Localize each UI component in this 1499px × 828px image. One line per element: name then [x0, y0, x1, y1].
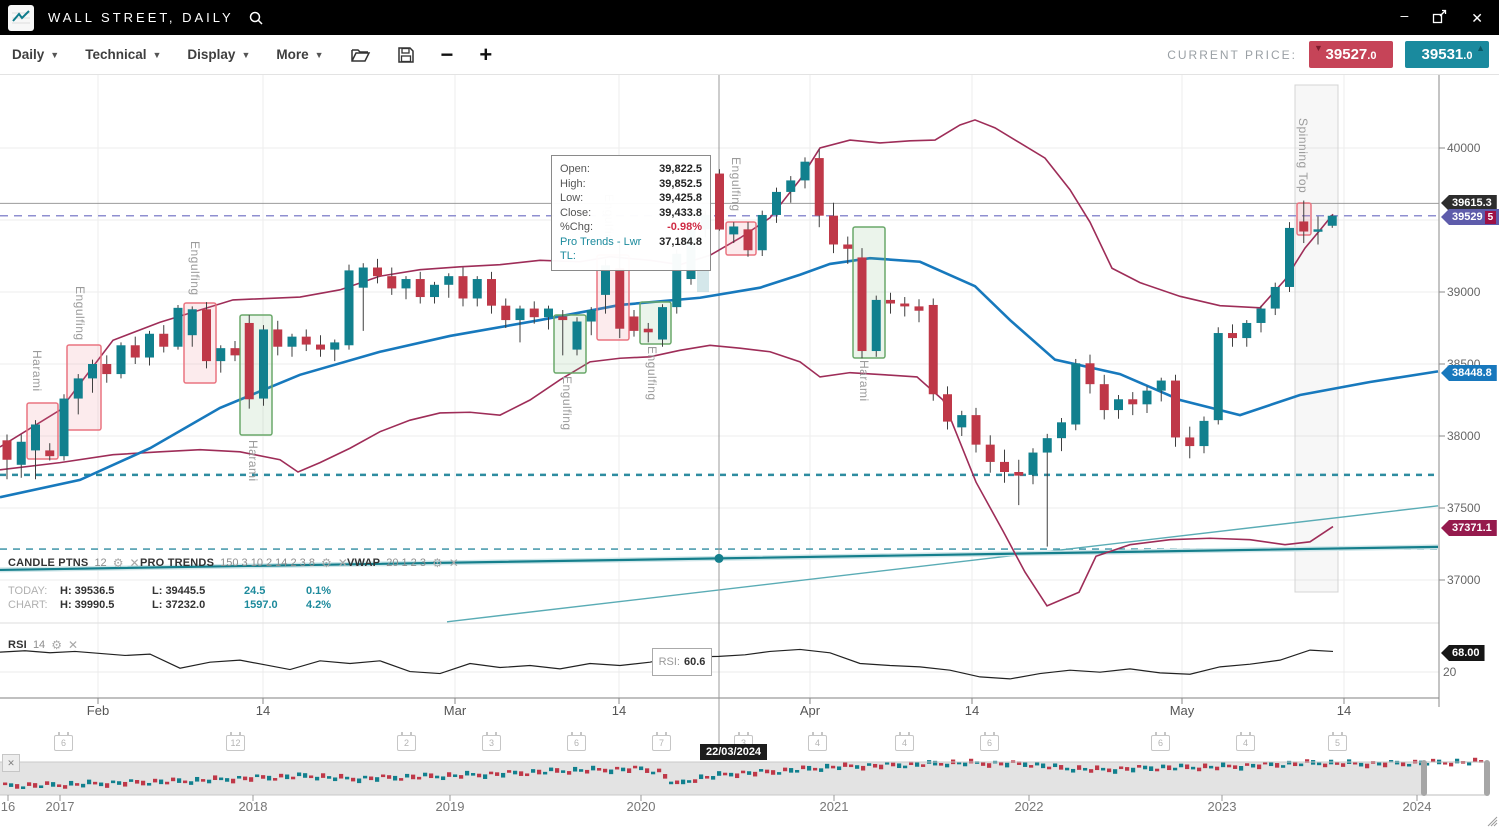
indicator-candle-patterns-name: CANDLE PTNS — [8, 557, 88, 569]
chevron-down-icon: ▼ — [315, 50, 324, 60]
chevron-down-icon: ▼ — [241, 50, 250, 60]
gear-icon[interactable]: ⚙ — [321, 556, 332, 570]
chart-toolbar: Daily▼ Technical▼ Display▼ More▼ − + CUR… — [0, 35, 1499, 75]
close-icon[interactable]: ✕ — [449, 556, 459, 570]
calendar-marker-icon[interactable]: 4 — [1236, 735, 1255, 751]
close-icon[interactable]: ✕ — [1471, 11, 1483, 25]
gear-icon[interactable]: ⚙ — [432, 556, 443, 570]
calendar-marker-icon[interactable]: 4 — [808, 735, 827, 751]
calendar-marker-icon[interactable]: 5 — [1328, 735, 1347, 751]
calendar-marker-icon[interactable]: 6 — [980, 735, 999, 751]
calendar-marker-icon[interactable]: 7 — [652, 735, 671, 751]
gear-icon[interactable]: ⚙ — [51, 638, 62, 652]
current-price-label: CURRENT PRICE: — [1167, 48, 1297, 62]
minimize-icon[interactable]: – — [1400, 8, 1408, 22]
calendar-marker-icon[interactable]: 6 — [567, 735, 586, 751]
indicator-pro-trends[interactable]: PRO TRENDS 150 3 10 2 14 2 3 8 ⚙ ✕ — [140, 556, 348, 570]
indicator-candle-patterns[interactable]: CANDLE PTNS 12 ⚙ ✕ — [8, 556, 140, 570]
save-icon[interactable] — [397, 46, 415, 64]
timeframe-menu[interactable]: Daily▼ — [12, 47, 59, 62]
chevron-down-icon: ▼ — [152, 50, 161, 60]
calendar-marker-icon[interactable]: 6 — [1151, 735, 1170, 751]
open-folder-icon[interactable] — [350, 46, 371, 64]
arrow-down-icon: ▼ — [1314, 43, 1323, 53]
calendar-marker-icon[interactable]: 6 — [54, 735, 73, 751]
indicator-vwap-name: VWAP — [347, 557, 380, 569]
calendar-marker-icon[interactable]: 3 — [482, 735, 501, 751]
calendar-marker-icon[interactable]: 3 — [734, 735, 753, 751]
indicator-pro-trends-params: 150 3 10 2 14 2 3 8 — [220, 557, 315, 569]
price-chart-canvas[interactable] — [0, 0, 1499, 828]
display-menu[interactable]: Display▼ — [187, 47, 250, 62]
zoom-in-button[interactable]: + — [479, 45, 492, 65]
close-icon[interactable]: ✕ — [68, 638, 78, 652]
title-bar: WALL STREET, DAILY – ✕ — [0, 0, 1499, 35]
arrow-up-icon: ▲ — [1476, 43, 1485, 53]
indicator-rsi-params: 14 — [33, 639, 45, 651]
sell-button[interactable]: ▼39527.0 — [1309, 41, 1393, 68]
gear-icon[interactable]: ⚙ — [113, 556, 124, 570]
indicator-rsi-name: RSI — [8, 639, 27, 651]
navigator-close-button[interactable]: ✕ — [2, 754, 20, 772]
close-icon[interactable]: ✕ — [129, 556, 139, 570]
chevron-down-icon: ▼ — [50, 50, 59, 60]
chart-window: 40000390003850038000375003700039615.3395… — [0, 0, 1499, 828]
chart-title: WALL STREET, DAILY — [48, 10, 234, 25]
calendar-marker-icon[interactable]: 4 — [895, 735, 914, 751]
indicator-candle-patterns-params: 12 — [94, 557, 106, 569]
indicator-rsi[interactable]: RSI 14 ⚙ ✕ — [8, 638, 78, 652]
indicator-vwap[interactable]: VWAP 20 1 2 3 ⚙ ✕ — [347, 556, 459, 570]
indicator-vwap-params: 20 1 2 3 — [386, 557, 426, 569]
calendar-marker-icon[interactable]: 2 — [397, 735, 416, 751]
search-icon[interactable] — [248, 10, 264, 26]
technical-menu[interactable]: Technical▼ — [85, 47, 161, 62]
buy-button[interactable]: 39531.0▲ — [1405, 41, 1489, 68]
app-logo-icon — [8, 5, 34, 31]
more-menu[interactable]: More▼ — [276, 47, 323, 62]
zoom-out-button[interactable]: − — [441, 45, 454, 65]
calendar-marker-icon[interactable]: 12 — [226, 735, 245, 751]
popout-icon[interactable] — [1432, 9, 1447, 26]
indicator-pro-trends-name: PRO TRENDS — [140, 557, 214, 569]
